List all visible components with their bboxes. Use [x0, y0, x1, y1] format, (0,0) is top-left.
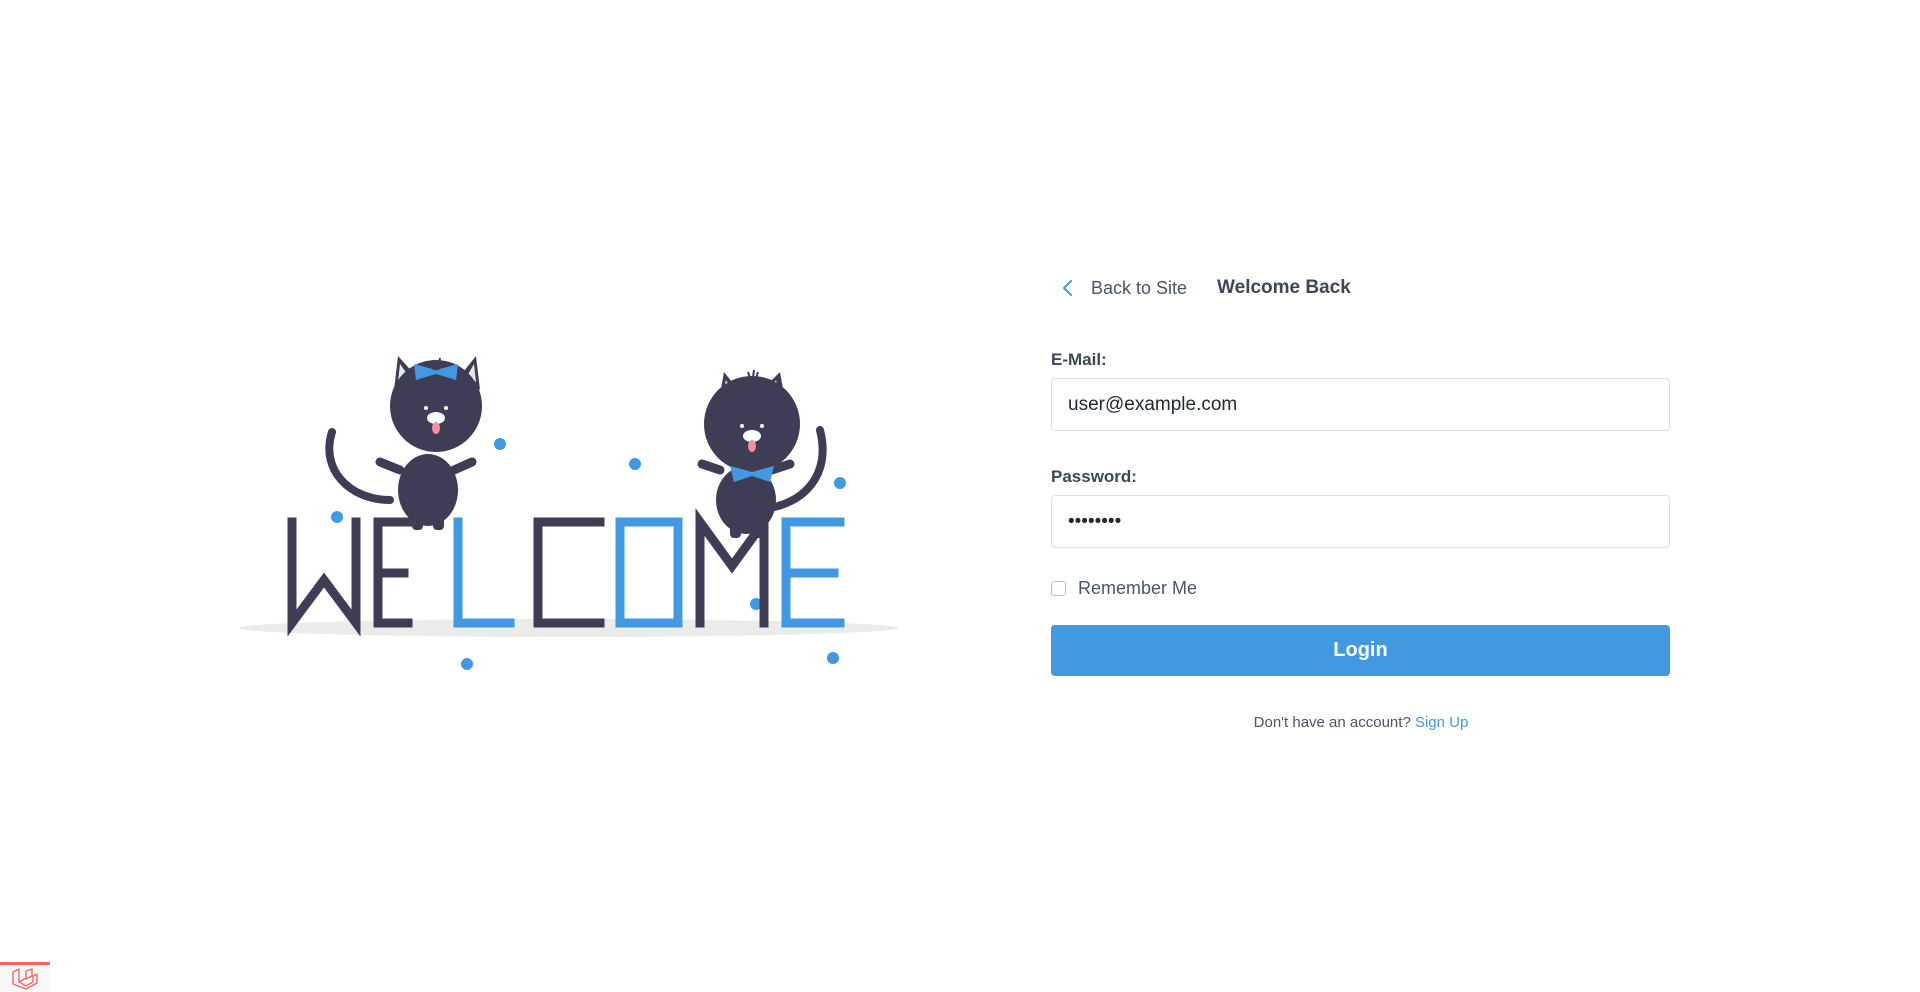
login-page: Back to Site Welcome Back E-Mail: Passwo… [0, 0, 1920, 992]
welcome-cats-illustration [240, 356, 898, 670]
signup-prompt-text: Don't have an account? [1253, 714, 1411, 731]
page-title: Welcome Back [1217, 277, 1351, 298]
signup-prompt: Don't have an account? Sign Up [1051, 714, 1671, 731]
email-group: E-Mail: [1051, 350, 1671, 431]
laravel-debug-badge[interactable] [0, 962, 50, 992]
email-field[interactable] [1051, 378, 1670, 431]
laravel-logo-icon [12, 967, 38, 990]
remember-me-checkbox[interactable] [1051, 581, 1066, 596]
back-to-site-label: Back to Site [1091, 277, 1188, 298]
password-label: Password: [1051, 467, 1137, 486]
remember-me-label: Remember Me [1078, 578, 1198, 598]
password-field[interactable] [1051, 495, 1670, 548]
password-group: Password: [1051, 467, 1671, 548]
email-label: E-Mail: [1051, 350, 1107, 369]
login-panel: Back to Site Welcome Back E-Mail: Passwo… [1051, 270, 1671, 731]
panel-header: Back to Site Welcome Back [1051, 270, 1671, 306]
back-to-site-link[interactable]: Back to Site [1051, 278, 1187, 299]
sign-up-link[interactable]: Sign Up [1415, 714, 1468, 731]
remember-me-toggle[interactable]: Remember Me [1051, 578, 1671, 599]
login-button[interactable]: Login [1051, 625, 1670, 676]
chevron-left-icon [1063, 280, 1072, 296]
